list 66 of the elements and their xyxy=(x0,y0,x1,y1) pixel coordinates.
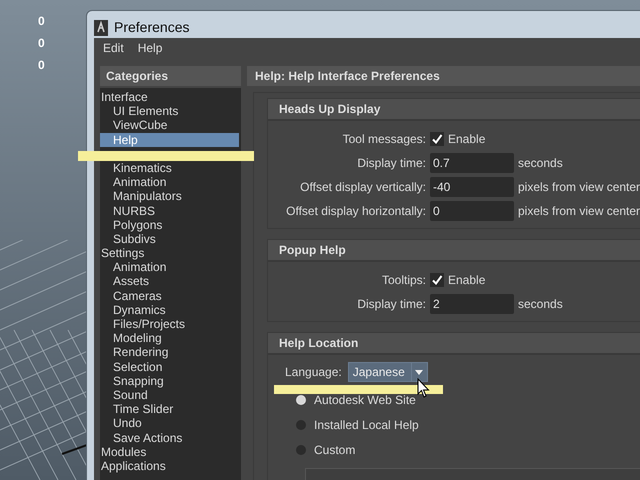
section-header[interactable]: Help Location xyxy=(267,332,640,354)
radio-label: Custom xyxy=(314,442,356,458)
number-field[interactable]: 0 xyxy=(430,201,514,221)
field-label: Display time: xyxy=(356,155,427,172)
app-icon xyxy=(94,20,108,36)
number-field[interactable]: 2 xyxy=(430,294,514,314)
category-item[interactable]: UI Elements xyxy=(100,104,239,118)
category-item[interactable]: Settings xyxy=(100,246,239,260)
window-title: Preferences xyxy=(114,18,190,37)
category-item[interactable]: Polygons xyxy=(100,218,239,232)
checkbox[interactable] xyxy=(430,132,444,146)
cursor-icon xyxy=(417,378,430,399)
panel-header: Help: Help Interface Preferences xyxy=(247,66,640,86)
checkbox-label: Enable xyxy=(448,131,486,148)
category-item[interactable]: Snapping xyxy=(100,374,239,388)
field-label: Tool messages: xyxy=(342,131,427,148)
category-item[interactable]: Help xyxy=(100,132,239,147)
unit-label: seconds xyxy=(518,296,563,313)
field-label: Offset display horizontally: xyxy=(285,203,427,220)
number-field[interactable]: -40 xyxy=(430,177,514,197)
field-label: Offset display vertically: xyxy=(299,179,427,196)
category-item[interactable]: Interface xyxy=(100,90,239,104)
category-item[interactable]: Selection xyxy=(100,360,239,374)
category-item[interactable]: Cameras xyxy=(100,288,239,303)
field-label: Tooltips: xyxy=(380,272,427,289)
checkbox-label: Enable xyxy=(448,272,486,289)
number-field[interactable]: 0.7 xyxy=(430,153,514,173)
category-item[interactable]: Applications xyxy=(100,458,239,474)
checkbox[interactable] xyxy=(430,273,444,287)
radio-label: Autodesk Web Site xyxy=(314,392,416,408)
unit-label: pixels from view center xyxy=(518,179,640,196)
category-item[interactable]: ViewCube xyxy=(100,118,239,133)
field-label: Display time: xyxy=(356,296,427,313)
field-label: Language: xyxy=(285,364,342,381)
section-header[interactable]: Popup Help xyxy=(267,239,640,261)
menu-item[interactable]: Help xyxy=(138,39,162,57)
category-item[interactable]: Rendering xyxy=(100,345,239,360)
caret-icon xyxy=(415,370,424,374)
unit-label: pixels from view center xyxy=(518,203,640,220)
category-item[interactable]: NURBS xyxy=(100,204,239,218)
category-item[interactable]: Modeling xyxy=(100,331,239,346)
category-item[interactable]: Save Actions xyxy=(100,430,239,445)
section-header[interactable]: Heads Up Display xyxy=(267,98,640,120)
category-item[interactable]: Subdivs xyxy=(100,232,239,246)
desktop-label: 0 xyxy=(38,58,45,72)
menu-item[interactable]: Edit xyxy=(103,39,124,57)
radio-label: Installed Local Help xyxy=(314,416,419,434)
radio-button[interactable] xyxy=(296,394,306,404)
category-item[interactable]: Time Slider xyxy=(100,402,239,416)
category-item[interactable]: Modules xyxy=(100,444,239,459)
category-item[interactable]: Assets xyxy=(100,274,239,289)
desktop-label: 0 xyxy=(38,36,45,50)
radio-button[interactable] xyxy=(296,444,306,454)
category-item[interactable]: Animation xyxy=(100,260,239,274)
category-item[interactable]: Dynamics xyxy=(100,302,239,317)
category-item[interactable]: Kinematics xyxy=(100,160,239,176)
categories-header: Categories xyxy=(100,66,241,86)
category-item[interactable]: Manipulators xyxy=(100,189,239,204)
radio-button[interactable] xyxy=(296,420,306,430)
category-item[interactable]: Sound xyxy=(100,388,239,402)
language-dropdown[interactable]: Japanese xyxy=(348,362,428,382)
category-item[interactable]: Undo xyxy=(100,416,239,430)
unit-label: seconds xyxy=(518,155,563,172)
desktop-label: 0 xyxy=(38,14,45,28)
category-item[interactable]: Files/Projects xyxy=(100,317,239,332)
category-item[interactable]: Animation xyxy=(100,175,239,190)
